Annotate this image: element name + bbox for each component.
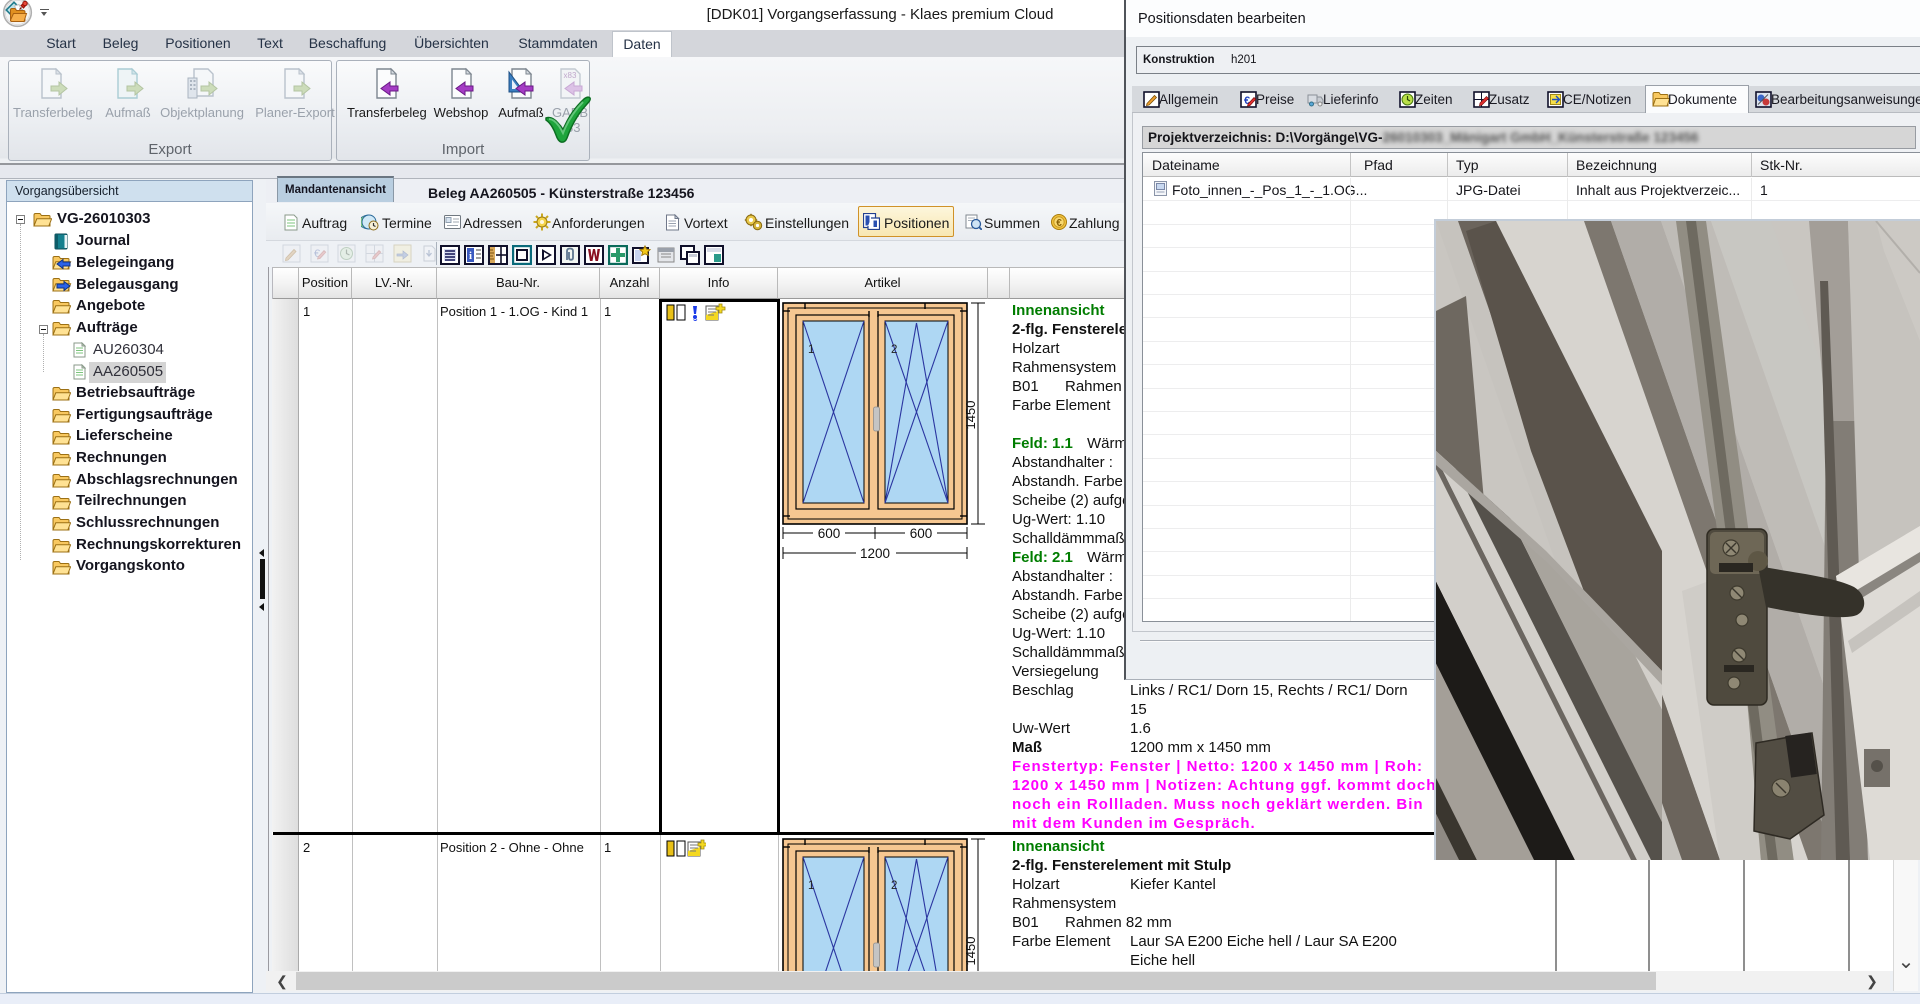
svg-text:2: 2	[891, 880, 897, 892]
svg-text:600: 600	[910, 526, 933, 541]
svg-text:2: 2	[891, 344, 897, 356]
svg-text:1: 1	[808, 880, 814, 892]
svg-text:1450: 1450	[963, 401, 978, 430]
svg-text:1450: 1450	[963, 937, 978, 966]
svg-text:x83: x83	[564, 71, 577, 80]
svg-text:€: €	[1056, 218, 1062, 229]
svg-text:i: i	[469, 250, 472, 262]
svg-text:1200: 1200	[860, 546, 890, 561]
svg-text:1: 1	[808, 344, 814, 356]
svg-text:600: 600	[818, 526, 841, 541]
